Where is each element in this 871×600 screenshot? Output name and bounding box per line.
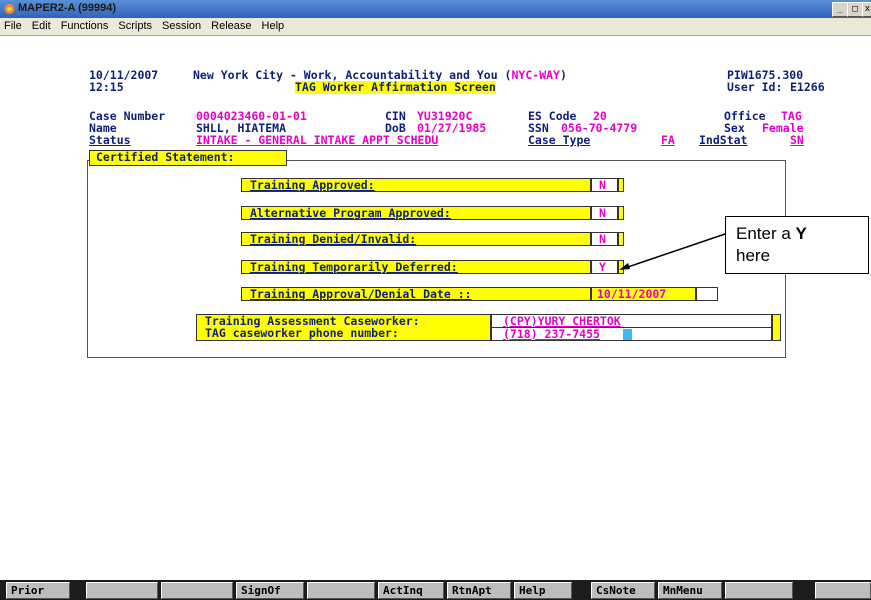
alt-program-value: N [599,206,606,220]
system-title-suffix: ) [559,68,567,82]
fkey-signof[interactable]: SignOf [236,582,304,599]
training-denied-label: Training Denied/Invalid: [250,232,417,246]
fkey-5[interactable] [307,582,375,599]
training-deferred-value: Y [599,260,606,274]
callout-text-prefix: Enter a [736,224,796,243]
fkey-prior[interactable]: Prior [6,582,70,599]
system-code: NYC-WAY [511,68,560,82]
user-id: E1266 [790,80,825,94]
callout-text-suffix: here [736,246,771,265]
instruction-callout: Enter a Yhere [725,216,869,274]
menu-bar: File Edit Functions Scripts Session Release He… [0,18,871,36]
maximize-button[interactable]: □ [847,2,863,17]
fkey-help[interactable]: Help [514,582,572,599]
approval-date-label: Training Approval/Denial Date :: [250,287,472,301]
fkey-2[interactable] [86,582,158,599]
menu-help[interactable]: Help [257,18,290,32]
fkey-actinq[interactable]: ActInq [378,582,444,599]
alt-program-label: Alternative Program Approved: [250,206,451,220]
status-label: Status [89,133,131,147]
caseworker-field-end [772,314,781,341]
screen-title: TAG Worker Affirmation Screen [295,80,496,94]
fkey-csnote[interactable]: CsNote [591,582,655,599]
training-approved-value: N [599,178,606,192]
menu-file[interactable]: File [0,18,27,32]
app-icon [4,4,15,14]
menu-scripts[interactable]: Scripts [113,18,157,32]
indstat-value: SN [790,133,804,147]
case-type-value: FA [661,133,675,147]
training-deferred-label: Training Temporarily Deferred: [250,260,458,274]
menu-edit[interactable]: Edit [27,18,56,32]
training-approved-field-end [618,178,624,192]
approval-date-field-end [696,287,718,301]
phone-label: TAG caseworker phone number: [205,326,399,340]
case-type-label: Case Type [528,133,591,147]
training-approved-label: Training Approved: [250,178,375,192]
certified-statement-header: Certified Statement: [96,150,235,164]
header-time: 12:15 [89,80,124,94]
fkey-3[interactable] [161,582,233,599]
fkey-mnmenu[interactable]: MnMenu [658,582,722,599]
callout-arrow [619,232,729,270]
fkey-11[interactable] [725,582,793,599]
fkey-rtnapt[interactable]: RtnApt [447,582,511,599]
approval-date-value: 10/11/2007 [597,287,667,301]
callout-text-emphasis: Y [795,224,807,243]
text-cursor [623,329,632,340]
indstat-label: IndStat [699,133,748,147]
menu-functions[interactable]: Functions [56,18,114,32]
title-bar: MAPER2-A (99994) _ □ x [0,0,871,18]
close-button[interactable]: x [862,2,871,17]
menu-session[interactable]: Session [157,18,206,32]
user-id-label: User Id: [727,80,783,94]
window-title: MAPER2-A (99994) [18,2,117,14]
status-value: INTAKE - GENERAL INTAKE APPT SCHEDU [196,133,439,147]
fkey-12[interactable] [815,582,871,599]
alt-program-field-end [618,206,624,220]
phone-value: (718) 237-7455 [503,327,600,341]
minimize-button[interactable]: _ [832,2,848,17]
function-key-bar: Prior SignOf ActInq RtnApt Help CsNote M… [0,580,871,600]
terminal-screen: 10/11/2007 12:15 New York City - Work, A… [0,36,871,600]
menu-release[interactable]: Release [206,18,256,32]
training-denied-value: N [599,232,606,246]
